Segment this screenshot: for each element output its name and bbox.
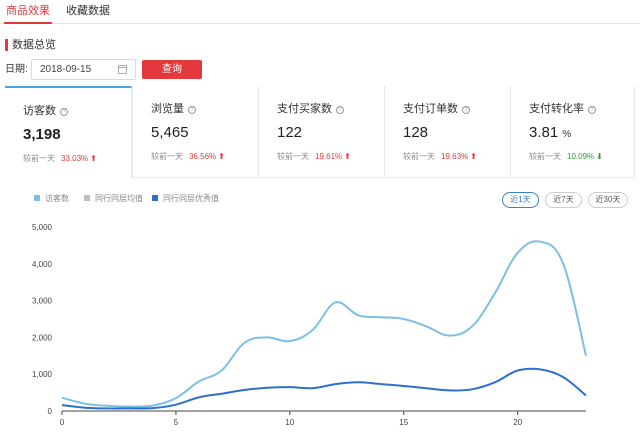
metric-value: 122 — [277, 124, 303, 141]
metric-card-paid-orders[interactable]: 支付订单数? 128 较前一天 19.63% ⬆ — [384, 86, 510, 178]
legend-swatch — [84, 195, 90, 201]
metric-compare: 较前一天 36.56% ⬆ — [151, 152, 225, 161]
help-icon[interactable]: ? — [462, 106, 470, 114]
metric-compare: 较前一天 33.03% ⬆ — [23, 154, 97, 163]
help-icon[interactable]: ? — [588, 106, 596, 114]
visitor-trend-chart: 0 1,000 2,000 3,000 4,000 5,000 0 5 10 15 20 — [32, 223, 587, 427]
metric-card-paying-buyers[interactable]: 支付买家数? 122 较前一天 19.61% ⬆ — [258, 86, 384, 178]
help-icon[interactable]: ? — [188, 106, 196, 114]
metric-title: 浏览量? — [151, 102, 196, 116]
range-button-7days[interactable]: 近7天 — [545, 192, 582, 208]
x-tick-label: 20 — [513, 418, 522, 427]
tab-favorites-data[interactable]: 收藏数据 — [64, 3, 112, 19]
metric-compare: 较前一天 19.63% ⬆ — [403, 152, 477, 161]
date-label: 日期: — [5, 64, 28, 75]
metric-value: 3.81% — [529, 124, 572, 141]
metric-compare: 较前一天 10.09% ⬇ — [529, 152, 603, 161]
metrics-panel: 访客数? 3,198 较前一天 33.03% ⬆ 浏览量? 5,465 较前一天 36… — [5, 86, 635, 178]
arrow-up-icon: ⬆ — [344, 152, 351, 161]
y-tick-label: 5,000 — [32, 223, 53, 232]
y-tick-label: 4,000 — [32, 260, 53, 269]
arrow-up-icon: ⬆ — [218, 152, 225, 161]
series-line-visitors — [61, 240, 587, 408]
legend-item-peer-excellent[interactable]: 同行同层优秀值 — [152, 194, 219, 204]
metric-value: 5,465 — [151, 124, 189, 141]
arrow-up-icon: ⬆ — [90, 154, 97, 163]
x-tick-label: 5 — [174, 418, 179, 427]
legend-swatch — [152, 195, 158, 201]
date-value: 2018-09-15 — [40, 64, 92, 75]
y-tick-label: 2,000 — [32, 333, 53, 342]
arrow-up-icon: ⬆ — [470, 152, 477, 161]
x-tick-label: 0 — [60, 418, 65, 427]
x-tick-label: 10 — [285, 418, 294, 427]
help-icon[interactable]: ? — [60, 108, 68, 116]
help-icon[interactable]: ? — [336, 106, 344, 114]
metric-title: 支付买家数? — [277, 102, 344, 116]
section-title: 数据总览 — [5, 38, 56, 52]
metric-card-visitors[interactable]: 访客数? 3,198 较前一天 33.03% ⬆ — [5, 86, 132, 178]
metric-title: 访客数? — [23, 104, 68, 118]
series-line-peer-excellent — [61, 367, 587, 410]
metric-value: 3,198 — [23, 126, 61, 143]
date-picker[interactable]: 2018-09-15 — [31, 59, 136, 80]
y-tick-label: 3,000 — [32, 297, 53, 306]
legend-item-peer-average[interactable]: 同行同层均值 — [84, 194, 143, 204]
arrow-down-icon: ⬇ — [596, 152, 603, 161]
y-tick-label: 1,000 — [32, 370, 53, 379]
tab-product-effect[interactable]: 商品效果 — [4, 3, 52, 24]
metric-value: 128 — [403, 124, 429, 141]
range-button-30days[interactable]: 近30天 — [588, 192, 628, 208]
range-button-1day[interactable]: 近1天 — [502, 192, 539, 208]
metric-title: 支付转化率? — [529, 102, 596, 116]
metric-title: 支付订单数? — [403, 102, 470, 116]
tab-bar: 商品效果 收藏数据 — [0, 0, 640, 24]
metric-card-pageviews[interactable]: 浏览量? 5,465 较前一天 36.56% ⬆ — [132, 86, 258, 178]
legend-swatch — [34, 195, 40, 201]
legend-item-visitors[interactable]: 访客数 — [34, 194, 69, 204]
metric-compare: 较前一天 19.61% ⬆ — [277, 152, 351, 161]
query-button[interactable]: 查询 — [142, 60, 202, 79]
metric-card-conversion-rate[interactable]: 支付转化率? 3.81% 较前一天 10.09% ⬇ — [510, 86, 634, 178]
y-tick-label: 0 — [48, 407, 53, 416]
calendar-icon[interactable] — [118, 65, 127, 74]
x-tick-label: 15 — [399, 418, 408, 427]
